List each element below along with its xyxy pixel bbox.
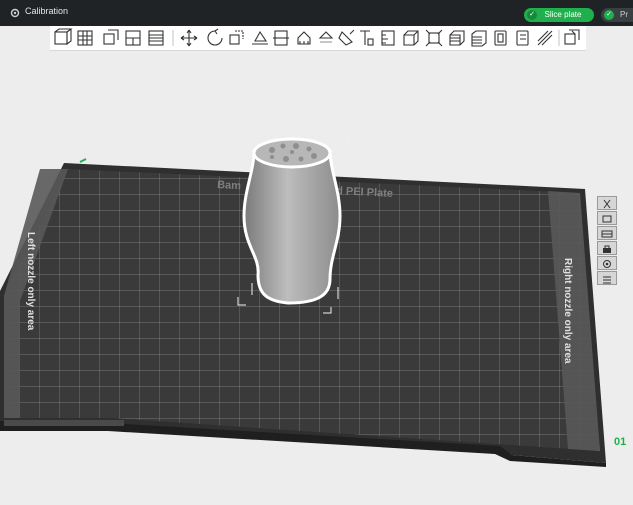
- close-plate-icon[interactable]: [597, 196, 617, 210]
- lock-plate-icon[interactable]: [597, 241, 617, 255]
- variable-layer-icon[interactable]: [449, 30, 465, 46]
- right-nozzle-area-label: Right nozzle only area: [562, 258, 573, 364]
- check-icon: ✓: [604, 10, 614, 20]
- toolbar-icons: [54, 28, 580, 47]
- measure-icon[interactable]: [381, 30, 395, 46]
- move-icon[interactable]: [180, 29, 198, 47]
- grid-plate-icon[interactable]: [77, 30, 93, 46]
- title-bar: Calibration ✓ Slice plate ✓ Pr: [0, 0, 633, 26]
- orient-icon[interactable]: [103, 29, 119, 45]
- support-paint-icon[interactable]: [297, 31, 311, 45]
- model-object[interactable]: [242, 137, 342, 305]
- add-object-icon[interactable]: [54, 28, 73, 46]
- plate-name-left: Bam: [217, 179, 242, 192]
- plate-corner-label: 01: [614, 436, 626, 448]
- 3d-viewport[interactable]: Bam d PEI Plate Left nozzle only area Ri…: [0, 51, 633, 500]
- color-paint-icon[interactable]: [338, 29, 355, 46]
- visibility-icon[interactable]: [597, 256, 617, 270]
- arrange-icon[interactable]: [125, 30, 141, 46]
- split-parts-icon[interactable]: [516, 30, 529, 46]
- lay-on-face-icon[interactable]: [252, 30, 268, 45]
- tab-calibration[interactable]: Calibration: [25, 6, 68, 16]
- slice-preview-icon[interactable]: [471, 30, 487, 47]
- axis-marker: [79, 158, 87, 163]
- print-plate-label: Pr: [620, 10, 628, 19]
- plate-settings-icon[interactable]: [597, 226, 617, 240]
- assembly-icon[interactable]: [403, 30, 419, 46]
- slice-plate-label: Slice plate: [544, 10, 582, 19]
- build-plate-scene: Bam d PEI Plate Left nozzle only area Ri…: [0, 134, 626, 467]
- rotate-icon[interactable]: [207, 28, 223, 46]
- edit-plate-icon[interactable]: [597, 211, 617, 225]
- auto-fit-icon[interactable]: [425, 29, 443, 47]
- brim-ears-icon[interactable]: [537, 30, 553, 46]
- check-icon: ✓: [527, 10, 537, 20]
- slice-plate-button[interactable]: ✓ Slice plate: [524, 8, 594, 22]
- more-icon[interactable]: [597, 271, 617, 285]
- seam-paint-icon[interactable]: [318, 31, 334, 43]
- view-options-icon[interactable]: [564, 29, 580, 45]
- layer-icon[interactable]: [148, 30, 164, 46]
- bottom-label-strip: [4, 420, 124, 426]
- app-gear-icon: [10, 8, 20, 18]
- cut-icon[interactable]: [273, 30, 289, 46]
- main-toolbar: [50, 26, 586, 51]
- left-nozzle-area-label: Left nozzle only area: [25, 232, 36, 331]
- scale-icon[interactable]: [229, 30, 244, 45]
- split-objects-icon[interactable]: [494, 30, 507, 46]
- text-icon[interactable]: [360, 30, 374, 46]
- print-plate-button[interactable]: ✓ Pr: [601, 8, 633, 22]
